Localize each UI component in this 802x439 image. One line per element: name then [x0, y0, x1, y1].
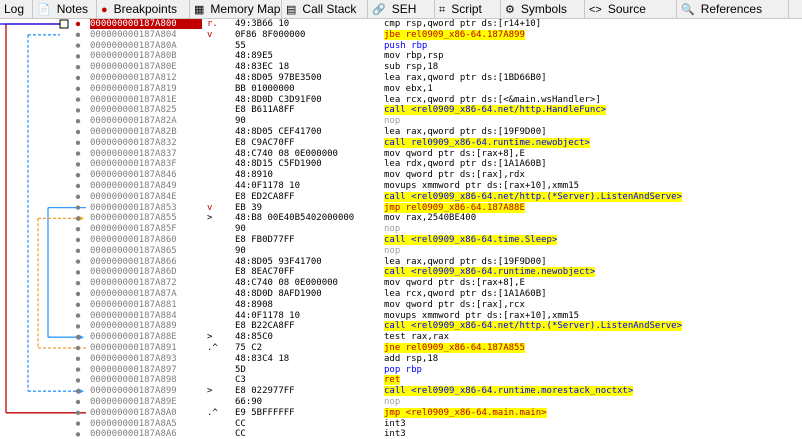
tab-label: Log: [4, 2, 25, 16]
source-icon: <>: [589, 4, 602, 16]
tab-bar: Log 📄 Notes ● Breakpoints ▦ Memory Map ▤ Call St…: [0, 0, 802, 19]
symbols-icon: ⚙: [505, 4, 515, 16]
notes-icon: 📄: [37, 4, 51, 16]
row-dot: [75, 281, 81, 286]
row-dot: [75, 291, 81, 297]
breakpoint-icon: [75, 21, 81, 27]
row-dot: [75, 129, 81, 135]
tab-label: Call Stack: [302, 2, 357, 16]
row-dot: [75, 54, 81, 59]
row-dot: [75, 140, 81, 145]
row-dot: [75, 227, 81, 232]
row-dot: [75, 259, 81, 264]
row-dot: [75, 367, 81, 372]
row-dot: [75, 356, 81, 361]
tab-notes[interactable]: 📄 Notes: [33, 0, 97, 18]
tab-memory-map[interactable]: ▦ Memory Map: [190, 0, 282, 18]
tab-label: SEH: [391, 2, 417, 16]
row-dot: [75, 151, 81, 156]
row-dot: [75, 162, 81, 167]
tab-script[interactable]: ⌗ Script: [435, 0, 501, 18]
row-dot: [75, 302, 81, 307]
row-dot: [75, 173, 81, 178]
branch-arrows: [0, 19, 86, 437]
row-dot: [75, 205, 81, 210]
row-dot: [75, 421, 81, 426]
tab-symbols[interactable]: ⚙ Symbols: [501, 0, 585, 18]
row-dot: [75, 324, 81, 329]
row-dot: [75, 432, 81, 437]
tab-seh[interactable]: 🔗 SEH: [368, 0, 435, 18]
row-dot: [75, 194, 81, 199]
row-dot: [75, 32, 81, 37]
row-dot: [75, 119, 81, 124]
tab-label: Script: [451, 2, 482, 16]
tab-source[interactable]: <> Source: [585, 0, 677, 18]
row-dot: [75, 108, 81, 113]
memory-map-icon: ▦: [194, 4, 205, 16]
row-dot: [75, 75, 81, 81]
row-dot: [75, 410, 81, 415]
tab-breakpoints[interactable]: ● Breakpoints: [97, 0, 190, 18]
row-dot: [75, 65, 81, 70]
seh-icon: 🔗: [372, 4, 386, 16]
tab-label: Source: [607, 2, 646, 16]
tab-label: Breakpoints: [113, 2, 178, 16]
tab-label: Symbols: [520, 2, 567, 16]
tab-references[interactable]: 🔍 References: [677, 0, 789, 18]
row-dot: [75, 389, 81, 394]
row-dot: [75, 97, 81, 102]
row-dot: [75, 335, 81, 340]
tab-label: Memory Map: [210, 2, 281, 16]
collapse-icon: [59, 19, 69, 29]
tab-log[interactable]: Log: [0, 0, 33, 18]
row-dot: [75, 43, 81, 48]
call-stack-icon: ▤: [286, 4, 297, 16]
references-icon: 🔍: [681, 4, 695, 16]
row-dot: [75, 378, 81, 383]
script-icon: ⌗: [439, 4, 446, 16]
row-dot: [75, 183, 81, 189]
row-dot: [75, 237, 81, 243]
tab-label: Notes: [56, 2, 89, 16]
tab-call-stack[interactable]: ▤ Call Stack: [282, 0, 368, 18]
row-dot: [75, 345, 81, 351]
row-dot: [75, 270, 81, 275]
row-dot: [75, 399, 81, 405]
row-dot: [75, 248, 81, 253]
row-dot: [75, 86, 81, 92]
breakpoint-icon: ●: [101, 4, 108, 16]
row-dot: [75, 216, 81, 221]
row-dot: [75, 313, 81, 318]
tab-label: References: [700, 2, 763, 16]
